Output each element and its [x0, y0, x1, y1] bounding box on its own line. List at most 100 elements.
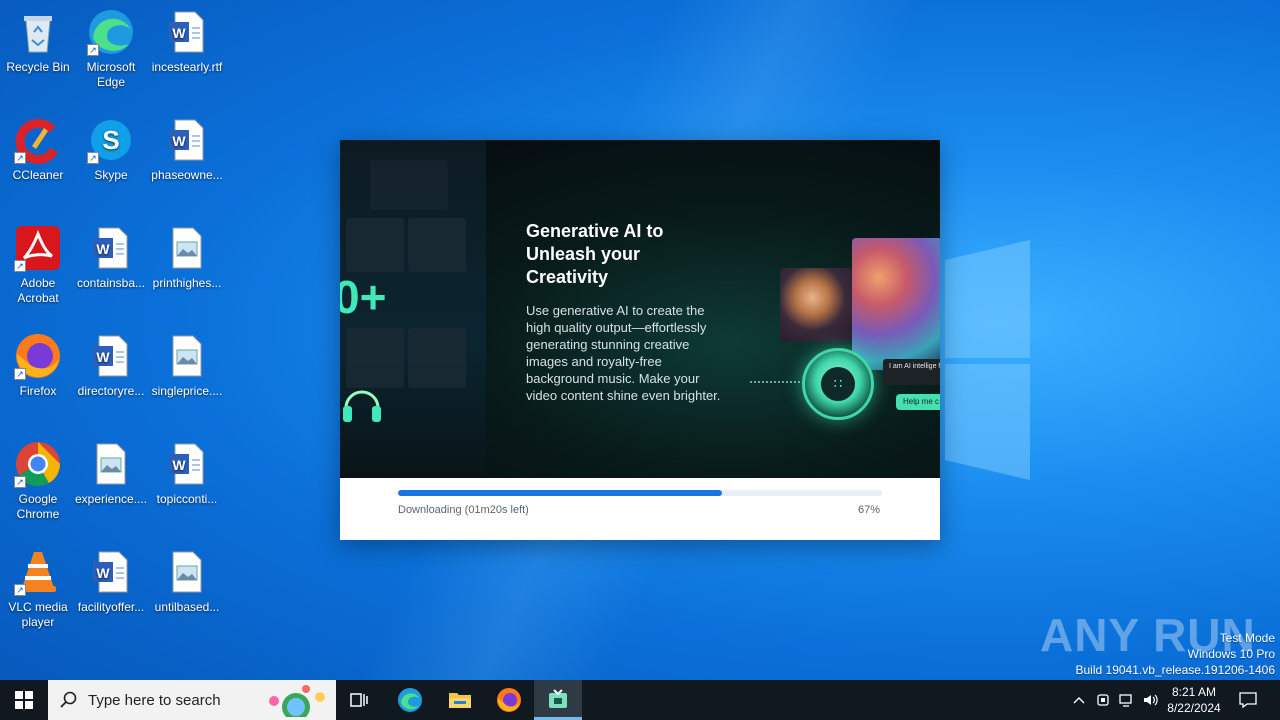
desktop-icon-label: Recycle Bin	[6, 60, 70, 74]
taskbar-installer-button[interactable]	[534, 680, 582, 720]
template-count: 0+	[340, 271, 387, 323]
taskbar-firefox-button[interactable]	[485, 680, 533, 720]
desktop-icon-label: incestearly.rtf	[151, 60, 223, 74]
desktop-icon-label: VLC media player	[8, 600, 68, 629]
edge-icon	[398, 688, 422, 712]
desktop-icon-label: phaseowne...	[151, 168, 223, 182]
headphones-icon	[343, 390, 381, 422]
network-icon	[1119, 694, 1132, 707]
desktop-icon[interactable]: untilbased...	[149, 542, 225, 615]
connector-dots	[750, 381, 800, 383]
notification-icon	[1239, 692, 1257, 708]
edge-icon: ↗	[87, 8, 135, 56]
chrome-icon: ↗	[14, 440, 62, 488]
ai-chat-bubble: I am AI intellige how can I help	[883, 359, 940, 385]
desktop-icon[interactable]: ↗ Firefox	[0, 326, 76, 399]
windows-logo-wallpaper	[945, 240, 1030, 480]
promo-headline: Generative AI to Unleash your Creativity	[526, 221, 664, 287]
shortcut-arrow-icon: ↗	[14, 476, 26, 488]
ai-orb-icon: ∷	[802, 348, 874, 420]
taskbar-edge-button[interactable]	[386, 680, 434, 720]
task-view-button[interactable]	[336, 680, 384, 720]
skype-icon: S ↗	[87, 116, 135, 164]
svg-text:W: W	[96, 241, 110, 257]
show-hidden-icons-button[interactable]	[1068, 680, 1090, 720]
action-center-button[interactable]	[1234, 680, 1262, 720]
shortcut-arrow-icon: ↗	[14, 260, 26, 272]
word-document-icon: W	[87, 332, 135, 380]
ai-help-button: Help me c	[896, 394, 940, 410]
desktop-icon-label: Adobe Acrobat	[17, 276, 59, 305]
svg-text:S: S	[102, 125, 119, 155]
desktop-icon[interactable]: Wdirectoryre...	[73, 326, 149, 399]
desktop-icon[interactable]: ↗ Microsoft Edge	[73, 2, 149, 90]
word-document-icon: W	[87, 224, 135, 272]
taskbar: Type here to search 8:21 AM 8/22/2024	[0, 680, 1280, 720]
download-progress-fill	[398, 490, 723, 496]
desktop-icon[interactable]: ↗ Adobe Acrobat	[0, 218, 76, 306]
installer-icon	[549, 688, 567, 708]
system-info: Test Mode Windows 10 Pro Build 19041.vb_…	[1076, 630, 1276, 678]
word-document-icon: W	[163, 116, 211, 164]
task-view-icon	[350, 693, 368, 707]
desktop-icon[interactable]: ↗ CCleaner	[0, 110, 76, 183]
svg-text:W: W	[96, 565, 110, 581]
promo-description: Use generative AI to create the high qua…	[526, 303, 721, 403]
desktop-icon[interactable]: S ↗ Skype	[73, 110, 149, 183]
desktop-icon-label: Skype	[94, 168, 128, 182]
search-placeholder: Type here to search	[88, 692, 221, 709]
desktop-icon-label: Google Chrome	[16, 492, 60, 521]
desktop-icon[interactable]: experience....	[73, 434, 149, 507]
image-file-icon	[87, 440, 135, 488]
promo-banner: 0+ Generative AI to Unleash your Creativ…	[340, 140, 940, 478]
svg-text:W: W	[172, 457, 186, 473]
desktop-icon[interactable]: Wcontainsba...	[73, 218, 149, 291]
test-mode-label: Test Mode	[1219, 631, 1275, 645]
ai-art-image	[852, 238, 940, 370]
image-file-icon	[163, 332, 211, 380]
download-progress-bar	[398, 490, 882, 496]
desktop-icon[interactable]: printhighes...	[149, 218, 225, 291]
desktop-icon[interactable]: Wfacilityoffer...	[73, 542, 149, 615]
search-icon	[60, 691, 77, 708]
desktop-icon-label: experience....	[75, 492, 148, 506]
taskbar-clock[interactable]: 8:21 AM 8/22/2024	[1160, 684, 1228, 716]
file-explorer-icon	[449, 693, 471, 708]
clock-time: 8:21 AM	[1171, 685, 1217, 699]
desktop-icon[interactable]: ↗ Google Chrome	[0, 434, 76, 522]
portrait-image	[780, 268, 852, 342]
vlc-icon: ↗	[14, 548, 62, 596]
svg-text:W: W	[172, 133, 186, 149]
desktop-icon-label: facilityoffer...	[77, 600, 145, 614]
network-button[interactable]	[1116, 680, 1138, 720]
windows-start-icon	[15, 691, 33, 709]
desktop-icon[interactable]: Wphaseowne...	[149, 110, 225, 183]
desktop-icon[interactable]: Recycle Bin	[0, 2, 76, 75]
acrobat-icon: ↗	[14, 224, 62, 272]
download-percent: 67%	[857, 504, 880, 516]
windows-edition-label: Windows 10 Pro	[1187, 647, 1275, 661]
start-button[interactable]	[0, 680, 48, 720]
volume-button[interactable]	[1140, 680, 1162, 720]
desktop-icon[interactable]: ↗ VLC media player	[0, 542, 76, 630]
desktop-icon-label: Microsoft Edge	[86, 60, 136, 89]
shortcut-arrow-icon: ↗	[14, 368, 26, 380]
desktop-icon[interactable]: singleprice....	[149, 326, 225, 399]
image-file-icon	[163, 548, 211, 596]
word-document-icon: W	[87, 548, 135, 596]
word-document-icon: W	[163, 8, 211, 56]
taskbar-search-box[interactable]: Type here to search	[48, 680, 336, 720]
tray-app-icon	[1097, 694, 1109, 706]
desktop-icon-label: CCleaner	[12, 168, 64, 182]
download-status: Downloading (01m20s left)	[398, 504, 529, 516]
desktop-icon-label: singleprice....	[151, 384, 223, 398]
tray-app-button[interactable]	[1092, 680, 1114, 720]
desktop-icon[interactable]: Wtopicconti...	[149, 434, 225, 507]
installer-window[interactable]: 0+ Generative AI to Unleash your Creativ…	[340, 140, 940, 540]
taskbar-file-explorer-button[interactable]	[436, 680, 484, 720]
desktop-icon[interactable]: Wincestearly.rtf	[149, 2, 225, 75]
desktop-icon-label: directoryre...	[77, 384, 145, 398]
firefox-icon: ↗	[14, 332, 62, 380]
desktop-icon-label: containsba...	[76, 276, 146, 290]
search-highlight-icon	[269, 685, 325, 717]
